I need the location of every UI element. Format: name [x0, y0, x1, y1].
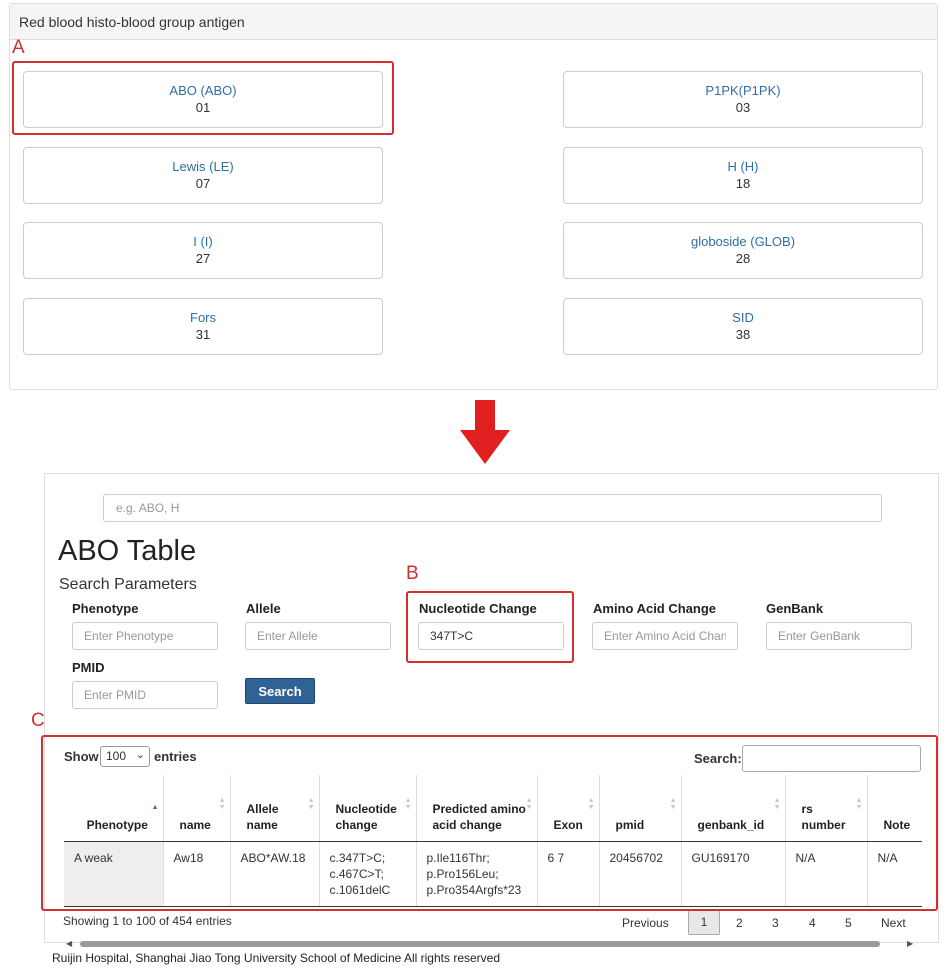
group-card-globoside[interactable]: globoside (GLOB) 28 — [563, 222, 923, 279]
group-number: 07 — [195, 176, 211, 191]
allele-label: Allele — [246, 601, 281, 616]
horizontal-scrollbar-thumb[interactable] — [80, 941, 880, 947]
table-info: Showing 1 to 100 of 454 entries — [63, 914, 232, 928]
scroll-left-icon[interactable]: ◀ — [66, 939, 72, 948]
group-name: Lewis (LE) — [172, 159, 234, 174]
pagination-page-4[interactable]: 4 — [809, 916, 816, 930]
group-name: H (H) — [727, 159, 759, 174]
genbank-input[interactable] — [766, 622, 912, 650]
pagination-previous[interactable]: Previous — [622, 916, 669, 930]
gene-search-input[interactable] — [103, 494, 882, 522]
pagination-page-1[interactable]: 1 — [688, 909, 720, 935]
annotation-box-a — [12, 61, 394, 135]
arrow-down-icon — [460, 400, 510, 464]
amino-acid-change-input[interactable] — [592, 622, 738, 650]
annotation-label-a: A — [12, 37, 25, 58]
group-name: globoside (GLOB) — [690, 234, 796, 249]
panel-title: Red blood histo-blood group antigen — [19, 14, 245, 30]
search-button[interactable]: Search — [245, 678, 315, 704]
annotation-label-b: B — [406, 563, 419, 584]
group-name: Fors — [190, 310, 216, 325]
group-name: P1PK(P1PK) — [705, 83, 781, 98]
group-card-h[interactable]: H (H) 18 — [563, 147, 923, 204]
group-number: 31 — [195, 327, 211, 342]
pagination-next[interactable]: Next — [881, 916, 906, 930]
group-name: SID — [732, 310, 754, 325]
group-number: 03 — [735, 100, 751, 115]
group-name: I (I) — [193, 234, 213, 249]
group-number: 38 — [735, 327, 751, 342]
phenotype-label: Phenotype — [72, 601, 139, 616]
group-card-i[interactable]: I (I) 27 — [23, 222, 383, 279]
genbank-label: GenBank — [766, 601, 824, 616]
group-number: 18 — [735, 176, 751, 191]
amino-acid-change-label: Amino Acid Change — [593, 601, 717, 616]
pagination-page-3[interactable]: 3 — [772, 916, 779, 930]
annotation-label-c: C — [31, 710, 45, 731]
group-number: 28 — [735, 251, 751, 266]
scroll-right-icon[interactable]: ▶ — [907, 939, 913, 948]
annotation-box-b — [406, 591, 574, 663]
pagination-page-5[interactable]: 5 — [845, 916, 852, 930]
group-card-lewis[interactable]: Lewis (LE) 07 — [23, 147, 383, 204]
annotation-box-c — [41, 735, 938, 911]
group-number: 27 — [195, 251, 211, 266]
pagination-page-2[interactable]: 2 — [736, 916, 743, 930]
group-card-sid[interactable]: SID 38 — [563, 298, 923, 355]
allele-input[interactable] — [245, 622, 391, 650]
search-parameters-heading: Search Parameters — [59, 576, 197, 593]
pmid-label: PMID — [72, 660, 105, 675]
panel-header: Red blood histo-blood group antigen — [10, 4, 937, 40]
footer: Ruijin Hospital, Shanghai Jiao Tong Univ… — [52, 951, 501, 965]
group-card-p1pk[interactable]: P1PK(P1PK) 03 — [563, 71, 923, 128]
pmid-input[interactable] — [72, 681, 218, 709]
phenotype-input[interactable] — [72, 622, 218, 650]
group-card-fors[interactable]: Fors 31 — [23, 298, 383, 355]
page-title: ABO Table — [58, 535, 197, 567]
